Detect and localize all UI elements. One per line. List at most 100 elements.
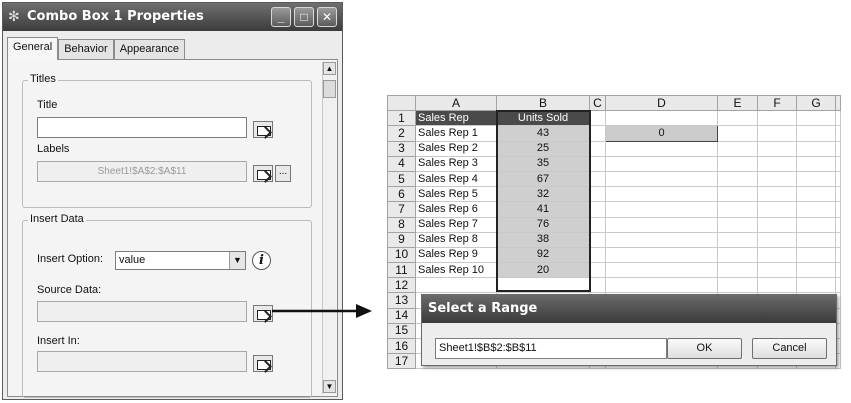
cell[interactable] xyxy=(589,155,606,172)
cell[interactable] xyxy=(796,262,836,279)
row-header[interactable]: 3 xyxy=(387,140,416,157)
cell[interactable] xyxy=(717,110,758,127)
sales-rep-cell[interactable]: Sales Rep 4 xyxy=(415,170,497,188)
scroll-up-icon[interactable]: ▲ xyxy=(323,62,336,75)
cell[interactable] xyxy=(589,262,606,279)
row-header[interactable]: 8 xyxy=(387,216,416,233)
cell[interactable] xyxy=(796,201,836,218)
cell[interactable] xyxy=(605,186,718,203)
cell[interactable] xyxy=(796,246,836,264)
cell[interactable] xyxy=(757,246,797,264)
cell[interactable] xyxy=(757,140,797,157)
maximize-button[interactable]: □ xyxy=(294,7,314,27)
row-header[interactable]: 10 xyxy=(387,246,416,264)
cell[interactable] xyxy=(835,170,841,188)
cell[interactable] xyxy=(605,277,718,294)
cell[interactable] xyxy=(605,231,718,248)
row-header[interactable]: 11 xyxy=(387,262,416,279)
cell[interactable] xyxy=(589,246,606,264)
insert-in-range-picker-icon[interactable] xyxy=(253,355,273,372)
cell[interactable] xyxy=(717,277,758,294)
cell[interactable] xyxy=(835,231,841,248)
cell[interactable] xyxy=(835,246,841,264)
column-header-b[interactable]: B xyxy=(496,95,590,112)
column-header-d[interactable]: D xyxy=(605,95,718,112)
cell[interactable] xyxy=(605,110,718,127)
cell[interactable] xyxy=(835,155,841,172)
units-sold-cell[interactable]: 76 xyxy=(496,216,590,233)
units-sold-cell[interactable]: 43 xyxy=(496,125,590,142)
cell[interactable] xyxy=(757,125,797,142)
cell[interactable] xyxy=(717,186,758,203)
units-sold-cell[interactable]: 92 xyxy=(496,246,590,264)
scrollbar-thumb[interactable] xyxy=(323,80,336,98)
cell[interactable] xyxy=(757,186,797,203)
cell[interactable] xyxy=(496,277,590,294)
cell[interactable] xyxy=(796,125,836,142)
cell[interactable] xyxy=(717,262,758,279)
cell[interactable] xyxy=(796,186,836,203)
insert-option-select[interactable]: value ▼ xyxy=(115,251,246,270)
dialog-titlebar[interactable]: ✻ Combo Box 1 Properties _ □ ✕ xyxy=(3,3,342,31)
cell[interactable] xyxy=(796,231,836,248)
cell[interactable] xyxy=(757,155,797,172)
units-sold-cell[interactable]: 38 xyxy=(496,231,590,248)
cell[interactable] xyxy=(589,140,606,157)
cell[interactable] xyxy=(757,170,797,188)
sales-rep-cell[interactable]: Sales Rep 1 xyxy=(415,125,497,142)
scroll-down-icon[interactable]: ▼ xyxy=(323,380,336,393)
minimize-button[interactable]: _ xyxy=(271,7,291,27)
cell[interactable] xyxy=(835,262,841,279)
row-header[interactable]: 4 xyxy=(387,155,416,172)
range-input[interactable]: Sheet1!$B$2:$B$11 xyxy=(435,338,667,359)
sales-rep-cell[interactable]: Sales Rep 9 xyxy=(415,246,497,264)
cell[interactable] xyxy=(415,277,497,294)
units-sold-cell[interactable]: 25 xyxy=(496,140,590,157)
column-header-a[interactable]: A xyxy=(415,95,497,112)
cell[interactable] xyxy=(835,216,841,233)
cell[interactable] xyxy=(717,246,758,264)
close-button[interactable]: ✕ xyxy=(317,7,337,27)
cell[interactable] xyxy=(589,216,606,233)
cell-a1[interactable]: Sales Rep xyxy=(415,110,497,127)
labels-field[interactable]: Sheet1!$A$2:$A$11 xyxy=(37,161,247,182)
cell[interactable] xyxy=(796,277,836,294)
cell[interactable] xyxy=(605,140,718,157)
cell[interactable] xyxy=(717,170,758,188)
cell[interactable] xyxy=(589,125,606,142)
cell[interactable] xyxy=(757,216,797,233)
insert-in-field[interactable] xyxy=(37,351,247,372)
cell[interactable] xyxy=(717,155,758,172)
cell[interactable] xyxy=(757,110,797,127)
cell-b1[interactable]: Units Sold xyxy=(496,110,590,127)
cell[interactable] xyxy=(589,110,606,127)
cell[interactable] xyxy=(589,170,606,188)
row-header[interactable]: 9 xyxy=(387,231,416,248)
cell[interactable] xyxy=(717,231,758,248)
cell[interactable] xyxy=(757,262,797,279)
cell[interactable] xyxy=(796,140,836,157)
units-sold-cell[interactable]: 35 xyxy=(496,155,590,172)
row-header[interactable]: 7 xyxy=(387,201,416,218)
row-header[interactable]: 5 xyxy=(387,170,416,188)
tab-behavior[interactable]: Behavior xyxy=(58,39,114,60)
cell[interactable] xyxy=(717,216,758,233)
chevron-down-icon[interactable]: ▼ xyxy=(229,252,245,269)
sales-rep-cell[interactable]: Sales Rep 5 xyxy=(415,186,497,203)
cell[interactable] xyxy=(757,231,797,248)
title-range-picker-icon[interactable] xyxy=(253,121,273,138)
cell[interactable] xyxy=(589,201,606,218)
cell-d2[interactable]: 0 xyxy=(605,125,718,142)
column-header-g[interactable]: G xyxy=(796,95,836,112)
panel-scrollbar[interactable]: ▲ ▼ xyxy=(322,62,336,394)
source-data-field[interactable] xyxy=(37,301,247,322)
cell[interactable] xyxy=(835,110,841,127)
cell[interactable] xyxy=(605,170,718,188)
row-header[interactable]: 17 xyxy=(387,353,416,370)
sales-rep-cell[interactable]: Sales Rep 6 xyxy=(415,201,497,218)
sales-rep-cell[interactable]: Sales Rep 3 xyxy=(415,155,497,172)
cell[interactable] xyxy=(605,201,718,218)
units-sold-cell[interactable]: 20 xyxy=(496,262,590,279)
row-header[interactable]: 14 xyxy=(387,307,416,324)
row-header[interactable]: 16 xyxy=(387,337,416,355)
